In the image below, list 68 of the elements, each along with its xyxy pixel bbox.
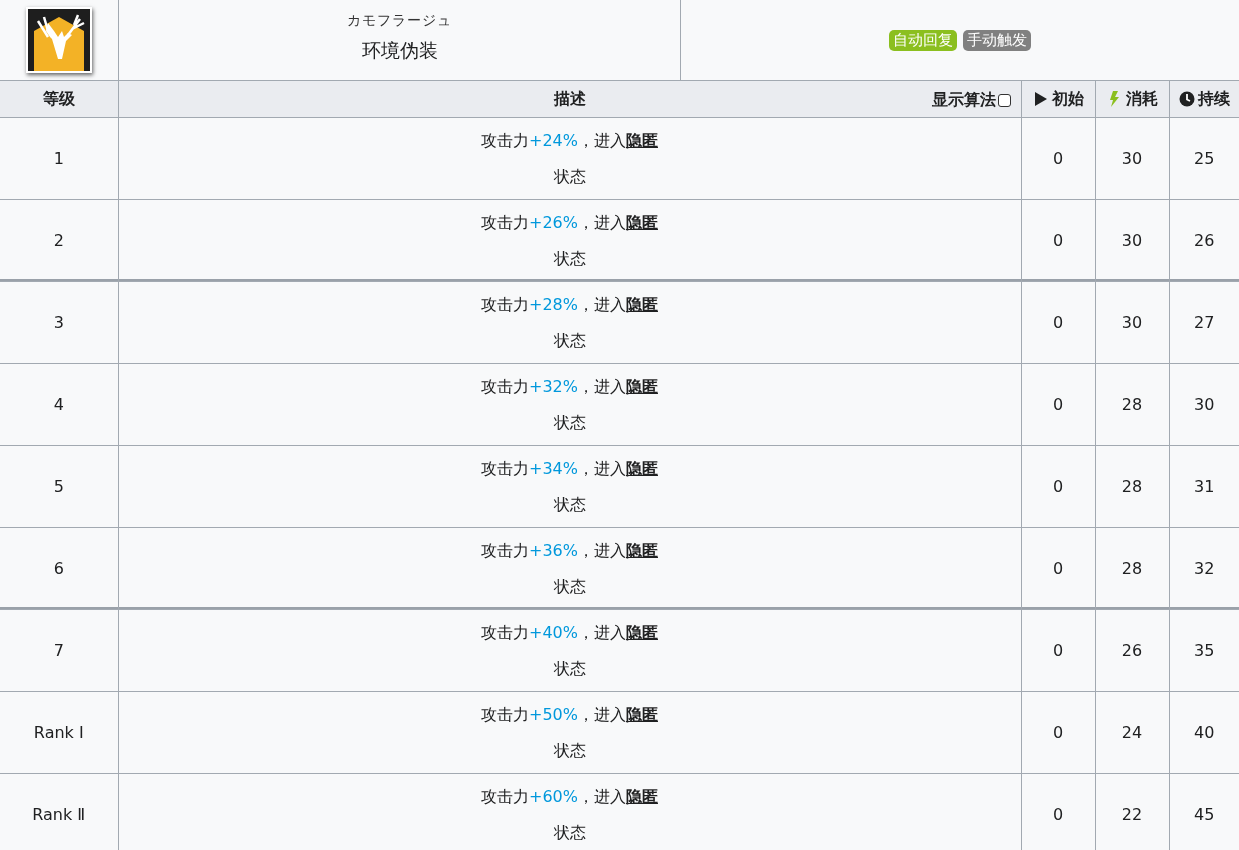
- value-text: 28: [1121, 395, 1143, 414]
- value-text: 0: [1052, 395, 1064, 414]
- toggle-label: 显示算法: [931, 90, 996, 111]
- level-label: Rank Ⅰ: [33, 723, 84, 742]
- level-label: 7: [53, 641, 64, 660]
- value-text: 26: [1121, 641, 1143, 660]
- skill-tag: 自动回复: [889, 29, 957, 51]
- skill-description: 攻击力+50%，进入隐匿 状态: [480, 703, 659, 762]
- status-link[interactable]: 隐匿: [626, 622, 658, 642]
- level-label: 5: [53, 477, 64, 496]
- level-label: 2: [53, 231, 64, 250]
- value-text: 0: [1052, 723, 1064, 742]
- value-text: 32: [1194, 559, 1215, 578]
- value-text: 0: [1052, 149, 1064, 168]
- skill-icon: [26, 7, 92, 73]
- value-text: 0: [1052, 477, 1064, 496]
- column-header: 描述: [553, 88, 586, 108]
- skill-description: 攻击力+32%，进入隐匿 状态: [480, 375, 659, 434]
- value-text: 30: [1194, 395, 1215, 414]
- value-text: 0: [1052, 313, 1064, 332]
- clock-icon: [1178, 91, 1195, 107]
- value-text: 24: [1121, 723, 1143, 742]
- status-link[interactable]: 隐匿: [626, 212, 658, 232]
- value-text: 30: [1121, 231, 1143, 250]
- column-header: 消耗: [1125, 88, 1158, 110]
- value-text: 40: [1194, 723, 1215, 742]
- value-text: 28: [1121, 559, 1143, 578]
- skill-description: 攻击力+34%，进入隐匿 状态: [480, 457, 659, 516]
- column-header: 初始: [1051, 88, 1084, 110]
- status-link[interactable]: 隐匿: [626, 786, 658, 806]
- value-text: 30: [1121, 313, 1143, 332]
- value-text: 35: [1194, 641, 1215, 660]
- status-link[interactable]: 隐匿: [626, 294, 658, 314]
- value-text: 28: [1121, 477, 1143, 496]
- status-link[interactable]: 隐匿: [626, 458, 658, 478]
- level-label: 6: [53, 559, 64, 578]
- value-text: 25: [1194, 149, 1215, 168]
- value-text: 0: [1052, 231, 1064, 250]
- value-text: 26: [1194, 231, 1215, 250]
- level-label: 1: [53, 149, 64, 168]
- column-header: 持续: [1197, 88, 1230, 110]
- skill-description: 攻击力+40%，进入隐匿 状态: [480, 621, 659, 680]
- skill-tag: 手动触发: [963, 29, 1031, 51]
- status-link[interactable]: 隐匿: [626, 130, 658, 150]
- skill-description: 攻击力+26%，进入隐匿 状态: [480, 211, 659, 270]
- value-text: 27: [1194, 313, 1215, 332]
- value-text: 22: [1121, 805, 1143, 824]
- column-header: 等级: [42, 88, 75, 108]
- value-text: 0: [1052, 641, 1064, 660]
- value-text: 0: [1052, 805, 1064, 824]
- value-text: 30: [1121, 149, 1143, 168]
- play-icon: [1032, 91, 1049, 107]
- skill-description: 攻击力+24%，进入隐匿 状态: [480, 129, 659, 188]
- skill-description: 攻击力+36%，进入隐匿 状态: [480, 539, 659, 598]
- level-label: 3: [53, 313, 64, 332]
- level-label: Rank Ⅱ: [32, 805, 86, 824]
- skill-name: 环境伪装: [361, 38, 438, 63]
- status-link[interactable]: 隐匿: [626, 540, 658, 560]
- value-text: 31: [1194, 477, 1215, 496]
- checkbox[interactable]: [997, 94, 1011, 107]
- status-link[interactable]: 隐匿: [626, 704, 658, 724]
- status-link[interactable]: 隐匿: [626, 376, 658, 396]
- skill-description: 攻击力+60%，进入隐匿 状态: [480, 785, 659, 844]
- value-text: 0: [1052, 559, 1064, 578]
- skill-name-japanese: カモフラージュ: [347, 12, 452, 30]
- level-label: 4: [53, 395, 64, 414]
- value-text: 45: [1194, 805, 1215, 824]
- skill-description: 攻击力+28%，进入隐匿 状态: [480, 293, 659, 352]
